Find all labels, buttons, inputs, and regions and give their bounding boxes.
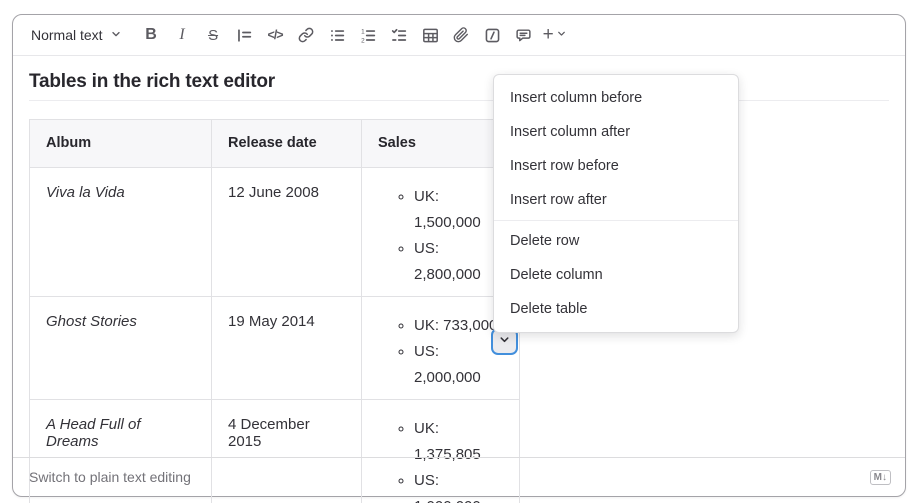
editor-footer: Switch to plain text editing M↓ — [13, 457, 905, 496]
table-row: Viva la Vida 12 June 2008 UK: 1,500,000 … — [30, 168, 520, 297]
code-icon: </> — [268, 28, 283, 42]
cell-release-date[interactable]: 12 June 2008 — [212, 168, 362, 297]
menu-item-insert-column-before[interactable]: Insert column before — [494, 81, 738, 115]
quick-actions-button[interactable] — [477, 21, 508, 49]
sales-list: UK: 1,500,000 US: 2,800,000 — [378, 184, 503, 288]
rich-text-editor: Normal text B I S </> — [12, 14, 906, 497]
sales-item: UK: 1,500,000 — [414, 184, 503, 236]
menu-item-insert-row-after[interactable]: Insert row after — [494, 183, 738, 217]
attachment-button[interactable] — [446, 21, 477, 49]
task-list-icon — [391, 27, 408, 44]
italic-button[interactable]: I — [167, 21, 198, 49]
bullet-list-button[interactable] — [322, 21, 353, 49]
album-name: Viva la Vida — [46, 184, 125, 201]
chevron-down-icon — [498, 333, 511, 351]
bullet-list-icon — [329, 27, 346, 44]
sales-item: US: 2,800,000 — [414, 236, 503, 288]
strikethrough-icon: S — [208, 27, 218, 44]
album-name: A Head Full of Dreams — [46, 416, 141, 450]
menu-item-insert-column-after[interactable]: Insert column after — [494, 115, 738, 149]
menu-divider — [494, 220, 738, 221]
sales-list: UK: 733,000 US: 2,000,000 — [378, 313, 503, 391]
more-options-dropdown[interactable]: + — [539, 24, 571, 46]
svg-text:1: 1 — [361, 28, 365, 35]
cell-album[interactable]: Viva la Vida — [30, 168, 212, 297]
table-actions-menu: Insert column before Insert column after… — [493, 74, 739, 333]
document-title[interactable]: Tables in the rich text editor — [29, 71, 889, 93]
strikethrough-button[interactable]: S — [198, 21, 229, 49]
menu-item-delete-row[interactable]: Delete row — [494, 224, 738, 258]
text-style-label: Normal text — [31, 27, 103, 43]
table-icon — [422, 27, 439, 44]
cell-release-date[interactable]: 19 May 2014 — [212, 297, 362, 400]
table-row: Ghost Stories 19 May 2014 UK: 733,000 US… — [30, 297, 520, 400]
editor-content-area[interactable]: Tables in the rich text editor Album Rel… — [13, 56, 905, 503]
markdown-badge-icon: M↓ — [870, 470, 891, 485]
svg-text:2: 2 — [361, 37, 365, 43]
menu-item-insert-row-before[interactable]: Insert row before — [494, 149, 738, 183]
header-cell-release-date[interactable]: Release date — [212, 120, 362, 168]
quick-actions-icon — [484, 27, 501, 44]
link-button[interactable] — [291, 21, 322, 49]
task-list-button[interactable] — [384, 21, 415, 49]
blockquote-icon — [236, 27, 253, 44]
albums-table: Album Release date Sales Viva la Vida 12… — [29, 119, 520, 503]
bold-icon: B — [145, 26, 157, 44]
editor-toolbar: Normal text B I S </> — [13, 15, 905, 56]
sales-item: US: 2,000,000 — [414, 339, 503, 391]
bold-button[interactable]: B — [136, 21, 167, 49]
switch-to-plain-text-button[interactable]: Switch to plain text editing — [29, 469, 191, 485]
menu-item-delete-table[interactable]: Delete table — [494, 292, 738, 326]
blockquote-button[interactable] — [229, 21, 260, 49]
chevron-down-icon — [110, 27, 122, 43]
text-style-dropdown[interactable]: Normal text — [29, 23, 128, 47]
menu-item-delete-column[interactable]: Delete column — [494, 258, 738, 292]
plus-icon: + — [543, 24, 554, 46]
ordered-list-icon: 1 2 — [360, 27, 377, 44]
header-cell-album[interactable]: Album — [30, 120, 212, 168]
link-icon — [298, 27, 314, 43]
comment-icon — [515, 27, 532, 44]
code-button[interactable]: </> — [260, 21, 291, 49]
paperclip-icon — [453, 27, 469, 43]
chevron-down-icon — [556, 26, 567, 44]
ordered-list-button[interactable]: 1 2 — [353, 21, 384, 49]
screenshot-stage: Normal text B I S </> — [0, 0, 919, 503]
table-header-row: Album Release date Sales — [30, 120, 520, 168]
comment-button[interactable] — [508, 21, 539, 49]
title-divider — [29, 100, 889, 101]
table-button[interactable] — [415, 21, 446, 49]
cell-album[interactable]: Ghost Stories — [30, 297, 212, 400]
sales-item: UK: 733,000 — [414, 313, 503, 339]
italic-icon: I — [179, 26, 184, 44]
album-name: Ghost Stories — [46, 313, 137, 330]
